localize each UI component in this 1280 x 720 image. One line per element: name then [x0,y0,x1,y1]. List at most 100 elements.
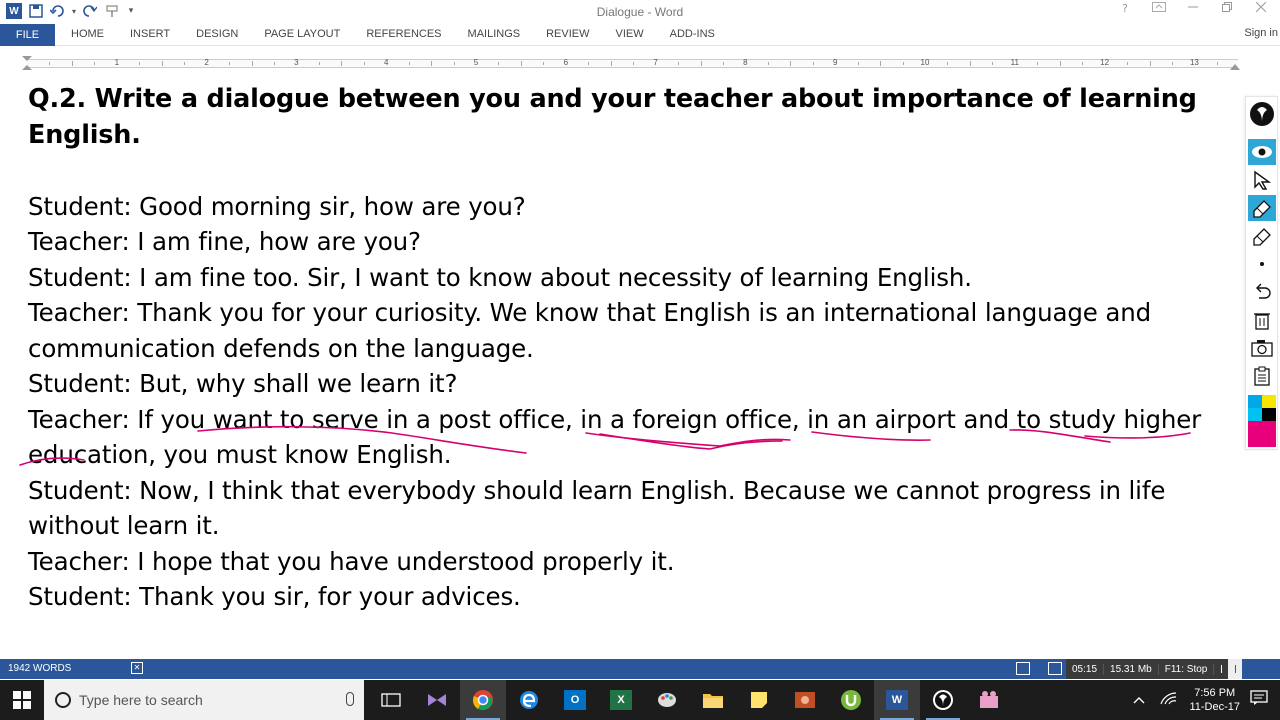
tab-add-ins[interactable]: ADD-INS [670,28,715,40]
dialogue-line: Student: Thank you sir, for your advices… [28,582,521,611]
file-explorer-icon[interactable] [690,680,736,720]
tab-design[interactable]: DESIGN [196,28,238,40]
edge-icon[interactable] [506,680,552,720]
ruler-number: 8 [743,58,748,67]
tab-review[interactable]: REVIEW [546,28,589,40]
chrome-icon[interactable] [460,680,506,720]
annotation-app-icon[interactable] [920,680,966,720]
recording-time: 05:15 [1066,663,1105,675]
system-tray: 7:56 PM 11-Dec-17 [1133,680,1280,720]
ruler-tick [543,62,545,65]
print-layout-icon[interactable] [1048,662,1062,675]
media-app-icon[interactable] [782,680,828,720]
wifi-icon[interactable] [1159,691,1177,710]
action-center-icon[interactable] [1250,689,1268,711]
trash-icon[interactable] [1248,307,1276,333]
outlook-icon[interactable]: O [552,680,598,720]
tab-mailings[interactable]: MAILINGS [468,28,521,40]
screen-recorder-icon[interactable] [966,680,1012,720]
ruler-number: 1 [114,58,120,67]
undo-ink-icon[interactable] [1248,279,1276,305]
minimize-icon[interactable] [1184,2,1202,15]
pen-icon[interactable] [1248,195,1276,221]
color-swatch[interactable] [1248,408,1262,421]
sign-in-link[interactable]: Sign in [1244,27,1278,39]
dialogue-line: Teacher: If you want to serve in a post … [28,404,1202,434]
right-indent-marker[interactable] [1230,64,1240,70]
task-view-icon[interactable] [368,680,414,720]
clipboard-icon[interactable] [1248,363,1276,389]
color-swatch[interactable] [1262,408,1276,421]
read-mode-icon[interactable] [1016,662,1030,675]
status-bar: 1942 WORDS ✕ 05:15 15.31 Mb F11: Stop [0,659,1280,679]
word-taskbar-icon[interactable]: W [874,680,920,720]
show-hidden-icons[interactable] [1133,693,1145,707]
help-icon[interactable]: ? [1116,2,1134,15]
ruler-tick [453,62,455,65]
recorder-panel: 05:15 15.31 Mb F11: Stop [1066,659,1243,679]
dialogue-line: Student: Good morning sir, how are you? [28,191,526,221]
pause-icon[interactable] [1214,659,1228,679]
cursor-icon[interactable] [1248,167,1276,193]
clock-date: 11-Dec-17 [1189,701,1240,713]
tab-insert[interactable]: INSERT [130,28,170,40]
ruler-tick [790,61,792,66]
document-page[interactable]: Q.2. Write a dialogue between you and yo… [28,82,1228,615]
microphone-icon[interactable] [346,692,354,706]
ruler-tick [431,61,433,66]
ribbon-display-options-icon[interactable] [1150,2,1168,15]
color-palette[interactable] [1248,395,1276,447]
ruler-tick [1059,61,1061,66]
tab-home[interactable]: HOME [71,28,104,40]
restore-icon[interactable] [1218,2,1236,15]
paint-icon[interactable] [644,680,690,720]
left-indent-marker[interactable] [22,56,32,70]
tab-references[interactable]: REFERENCES [366,28,441,40]
word-count[interactable]: 1942 WORDS [8,663,71,674]
color-swatch[interactable] [1262,395,1276,408]
excel-icon[interactable]: X [598,680,644,720]
ruler-tick [251,61,253,66]
ruler-tick [520,61,522,66]
eraser-icon[interactable] [1248,223,1276,249]
taskbar-search[interactable]: Type here to search [44,680,364,720]
dialogue-line: education, you must know English. [28,440,452,469]
color-swatch[interactable] [1248,421,1262,447]
ruler-tick [184,62,186,65]
sticky-notes-icon[interactable] [736,680,782,720]
close-icon[interactable] [1252,1,1270,15]
visual-studio-icon[interactable] [414,680,460,720]
eye-icon[interactable] [1248,139,1276,165]
tab-page-layout[interactable]: PAGE LAYOUT [264,28,340,40]
ruler-number: 9 [832,58,838,67]
ruler-tick [992,62,994,65]
utorrent-icon[interactable] [828,680,874,720]
color-swatch[interactable] [1262,421,1276,447]
dialogue-line: Teacher: I am fine, how are you? [28,227,421,256]
pen-size-dot-icon[interactable] [1248,251,1276,277]
stop-icon[interactable] [1228,659,1243,679]
ruler-tick [722,62,724,65]
recording-stop-hint[interactable]: F11: Stop [1159,663,1215,675]
taskbar-clock[interactable]: 7:56 PM 11-Dec-17 [1189,686,1240,714]
toolbar-logo-icon[interactable] [1248,101,1276,127]
color-swatch[interactable] [1248,395,1262,408]
windows-start-icon[interactable] [0,680,44,720]
horizontal-ruler[interactable]: 1 2 3 4 5 6 7 8 9 10 11 12 13 [0,54,1280,72]
taskbar-apps: O X W [368,680,1012,720]
proofing-icon[interactable]: ✕ [131,662,143,674]
window-title: Dialogue - Word [596,5,684,19]
cortana-icon [55,692,71,708]
ruler-tick [318,62,320,65]
dialogue-line: Student: I am fine too. Sir, I want to k… [28,262,972,292]
window-controls: ? [1116,1,1270,15]
camera-icon[interactable] [1248,335,1276,361]
clock-time: 7:56 PM [1194,687,1236,699]
windows-taskbar: Type here to search O X W 7:56 PM 11-Dec… [0,680,1280,720]
question-heading: Q.2. Write a dialogue between you and yo… [28,84,1197,150]
ruler-tick [678,62,680,65]
ruler-number: 5 [473,58,479,67]
ribbon-tabs: FILE HOME INSERT DESIGN PAGE LAYOUT REFE… [0,24,1280,46]
tab-file[interactable]: FILE [0,24,55,46]
tab-view[interactable]: VIEW [616,28,644,40]
